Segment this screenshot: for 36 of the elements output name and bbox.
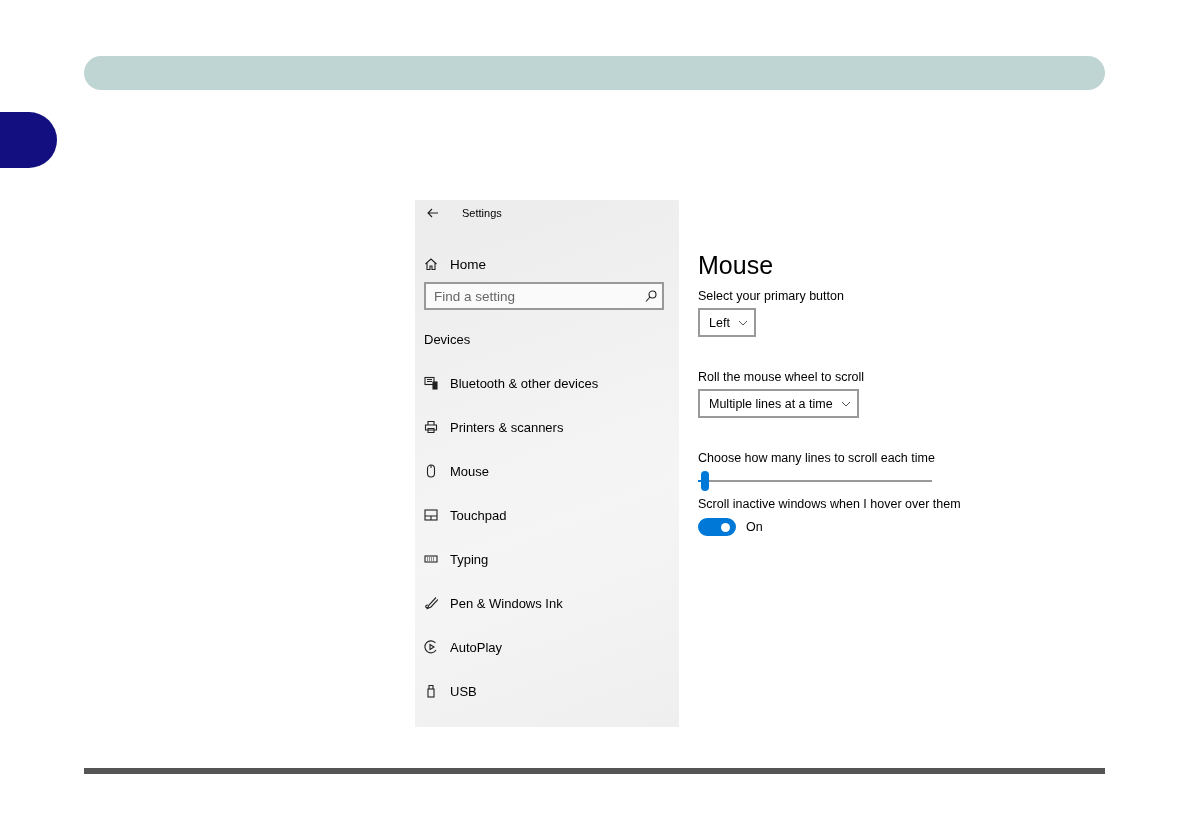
chevron-down-icon xyxy=(737,319,748,326)
dropdown[interactable]: Multiple lines at a time xyxy=(698,389,859,418)
window-title: Settings xyxy=(462,207,502,219)
section-heading: Devices xyxy=(424,330,472,349)
play-circle-icon xyxy=(424,640,438,654)
setting-label: Choose how many lines to scroll each time xyxy=(698,450,936,467)
search-field[interactable]: Find a setting xyxy=(424,282,664,310)
keyboard-device-icon xyxy=(424,376,438,390)
keyboard-icon xyxy=(424,552,438,566)
search-icon xyxy=(644,289,658,303)
sidebar-item[interactable]: USB xyxy=(424,679,664,703)
toggle-switch[interactable] xyxy=(698,518,736,536)
sidebar-item[interactable]: Typing xyxy=(424,547,664,571)
home-icon xyxy=(424,257,438,271)
setting-label: Scroll inactive windows when I hover over them xyxy=(698,496,962,513)
slider-thumb[interactable] xyxy=(701,471,709,491)
sidebar-item[interactable]: Mouse xyxy=(424,459,664,483)
home-link[interactable]: Home xyxy=(424,252,664,276)
back-button[interactable] xyxy=(426,206,440,220)
mouse-icon xyxy=(424,464,438,478)
pen-icon xyxy=(424,596,438,610)
printer-icon xyxy=(424,420,438,434)
sidebar-item[interactable]: Touchpad xyxy=(424,503,664,527)
setting-label: Select your primary button xyxy=(698,288,845,305)
sidebar-item[interactable]: AutoPlay xyxy=(424,635,664,659)
chevron-down-icon xyxy=(840,400,851,407)
dropdown[interactable]: Left xyxy=(698,308,756,337)
back-arrow-icon xyxy=(426,206,440,220)
sidebar-item[interactable]: Pen & Windows Ink xyxy=(424,591,664,615)
sidebar-item[interactable]: Printers & scanners xyxy=(424,415,664,439)
touchpad-icon xyxy=(424,508,438,522)
usb-drive-icon xyxy=(424,684,438,698)
sidebar-item[interactable]: Bluetooth & other devices xyxy=(424,371,664,395)
toggle-state: On xyxy=(746,520,763,534)
page-title: Mouse xyxy=(698,250,775,280)
setting-label: Roll the mouse wheel to scroll xyxy=(698,369,866,386)
